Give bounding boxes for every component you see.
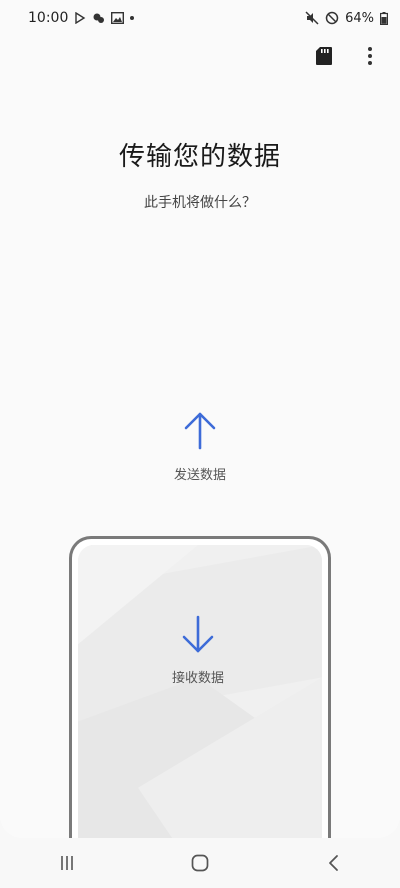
battery-percent: 64%: [345, 10, 374, 26]
sd-card-icon[interactable]: [312, 44, 336, 68]
send-data-button[interactable]: 发送数据: [140, 410, 260, 490]
play-store-icon: [74, 12, 86, 24]
send-data-label: 发送数据: [173, 468, 226, 483]
weather-icon: [92, 12, 105, 24]
top-actions: [312, 44, 382, 68]
gallery-icon: [111, 12, 125, 24]
navigation-bar: [0, 838, 400, 888]
dot-icon: [130, 16, 135, 20]
more-options-icon[interactable]: [358, 44, 382, 68]
do-not-disturb-icon: [325, 11, 339, 25]
app-screen: 10:00 64% 传输您的数据 此手机将做什么？ 发送数据 接收数据: [0, 0, 400, 888]
page-title: 传输您的数据: [118, 142, 281, 172]
receive-data-label: 接收数据: [171, 671, 224, 686]
home-icon[interactable]: [170, 843, 230, 883]
recent-apps-icon[interactable]: [37, 843, 97, 883]
status-time: 10:00: [28, 10, 69, 26]
phone-screen: 接收数据: [78, 545, 322, 838]
main-content-area: 10:00 64% 传输您的数据 此手机将做什么？ 发送数据 接收数据: [0, 0, 400, 838]
status-bar: 10:00 64%: [0, 0, 400, 36]
arrow-up-icon: [182, 410, 218, 454]
receive-data-button[interactable]: 接收数据: [138, 615, 258, 695]
battery-icon: [380, 11, 388, 25]
status-right: 64%: [305, 11, 388, 26]
back-icon[interactable]: [303, 843, 363, 883]
phone-illustration: 接收数据: [69, 536, 331, 838]
mute-icon: [305, 11, 319, 25]
arrow-down-icon: [180, 615, 216, 659]
status-left: 10:00: [28, 10, 135, 26]
page-subtitle: 此手机将做什么？: [144, 195, 256, 211]
